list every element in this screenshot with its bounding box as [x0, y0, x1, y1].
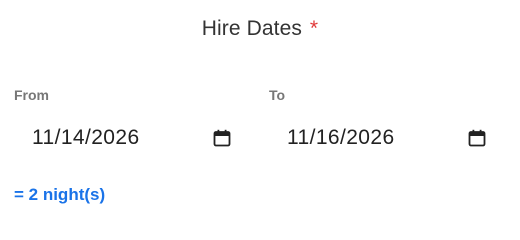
from-label: From: [14, 87, 49, 103]
from-date-input[interactable]: 11/14/2026: [14, 118, 246, 158]
section-title: Hire Dates *: [0, 17, 520, 41]
to-date-input[interactable]: 11/16/2026: [269, 118, 501, 158]
section-title-text: Hire Dates: [201, 17, 302, 40]
to-date-value[interactable]: 11/16/2026: [287, 126, 395, 150]
required-marker: *: [309, 17, 319, 40]
calendar-icon[interactable]: [468, 129, 486, 147]
nights-summary: = 2 night(s): [14, 185, 106, 204]
calendar-icon[interactable]: [213, 129, 231, 147]
from-date-value[interactable]: 11/14/2026: [32, 126, 140, 150]
to-label: To: [269, 87, 286, 103]
